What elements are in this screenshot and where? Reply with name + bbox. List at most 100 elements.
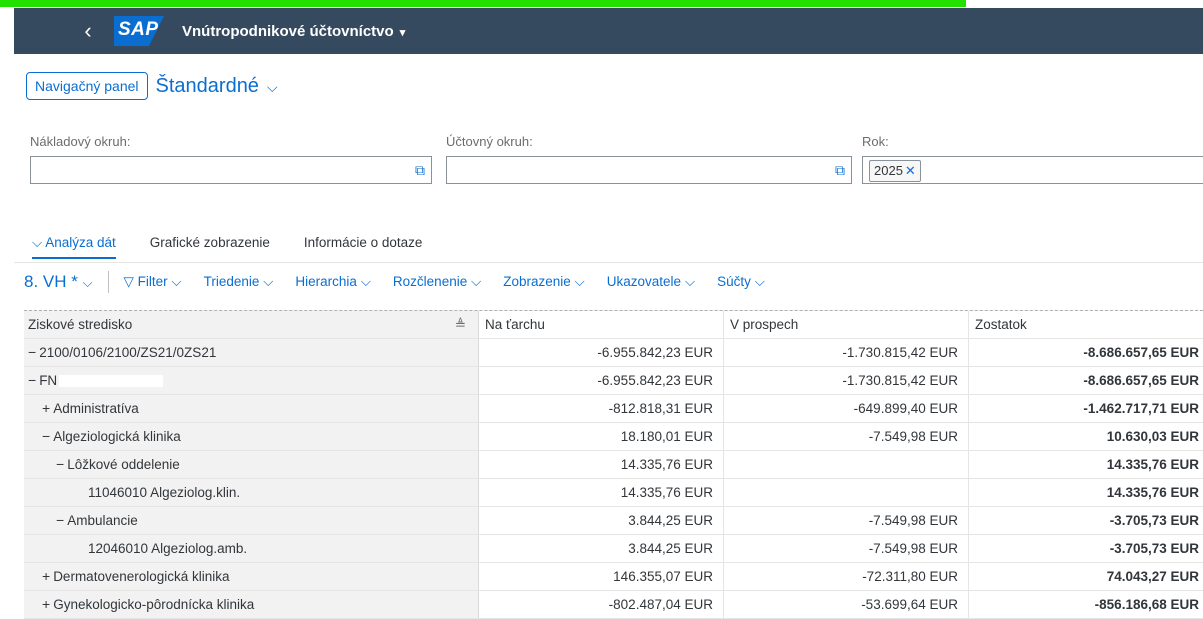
- profit-center-cell: − Algeziologická klinika: [24, 423, 479, 450]
- profit-center-cell: − Lôžkové oddelenie: [24, 451, 479, 478]
- totals-menu[interactable]: Súčty ⌵: [717, 274, 765, 290]
- balance-cell: -1.462.717,71 EUR: [1083, 401, 1199, 416]
- row-label: Administratíva: [53, 401, 139, 416]
- chevron-down-icon: ⌵: [32, 235, 43, 250]
- profit-center-cell: + Dermatovenerologická klinika: [24, 563, 479, 590]
- results-table: Ziskové stredisko ≜ Na ťarchu V prospech …: [24, 310, 1203, 619]
- key-figures-menu[interactable]: Ukazovatele ⌵: [607, 274, 695, 290]
- collapse-icon[interactable]: −: [56, 456, 64, 472]
- chevron-down-icon: ⌵: [82, 275, 93, 290]
- chevron-down-icon: ⌵: [171, 274, 182, 289]
- chevron-down-icon: ⌵: [754, 274, 765, 289]
- expand-icon[interactable]: +: [42, 568, 50, 584]
- table-row[interactable]: − Ambulancie 3.844,25 EUR -7.549,98 EUR -3.7…: [24, 507, 1203, 535]
- cost-area-label: Nákladový okruh:: [30, 134, 131, 149]
- table-row[interactable]: + Gynekologicko-pôrodnícka klinika -802.48…: [24, 591, 1203, 619]
- table-row[interactable]: + Administratíva -812.818,31 EUR -649.899,4…: [24, 395, 1203, 423]
- profit-center-cell: 12046010 Algeziolog.amb.: [24, 535, 479, 562]
- profit-center-cell: 11046010 Algeziolog.klin.: [24, 479, 479, 506]
- collapse-icon[interactable]: −: [28, 344, 36, 360]
- balance-cell: -8.686.657,65 EUR: [1083, 373, 1199, 388]
- app-title-menu[interactable]: Vnútropodnikové účtovníctvo ▾: [182, 23, 405, 40]
- breakdown-menu[interactable]: Rozčlenenie ⌵: [393, 274, 481, 290]
- column-header-balance[interactable]: Zostatok: [969, 311, 1203, 338]
- credit-cell: -7.549,98 EUR: [724, 535, 969, 562]
- chevron-down-icon: ⌵: [470, 274, 482, 289]
- tab-data-analysis[interactable]: ⌵ Analýza dát: [32, 235, 116, 259]
- funnel-icon: ▽: [123, 274, 134, 289]
- balance-cell: 10.630,03 EUR: [1106, 429, 1199, 444]
- collapse-icon[interactable]: −: [56, 512, 64, 528]
- balance-cell: 14.335,76 EUR: [1106, 485, 1199, 500]
- caret-down-icon: ▾: [399, 26, 406, 39]
- row-label: Algeziologická klinika: [53, 429, 181, 444]
- view-selector[interactable]: 8. VH * ⌵: [24, 272, 92, 292]
- tab-graphical-view[interactable]: Grafické zobrazenie: [150, 235, 270, 259]
- sorting-menu[interactable]: Triedenie ⌵: [204, 274, 274, 290]
- table-row[interactable]: − FN -6.955.842,23 EUR -1.730.815,42 EUR -8.…: [24, 367, 1203, 395]
- cost-area-input[interactable]: ⧉: [30, 156, 432, 184]
- collapse-icon[interactable]: −: [42, 428, 50, 444]
- sort-icon[interactable]: ≜: [455, 311, 466, 338]
- filter-menu[interactable]: ▽ Filter ⌵: [123, 274, 181, 290]
- chevron-down-icon: ⌵: [263, 274, 274, 289]
- collapse-icon[interactable]: −: [28, 372, 36, 388]
- chevron-down-icon: ⌵: [684, 274, 696, 289]
- value-help-icon[interactable]: ⧉: [415, 162, 425, 179]
- remove-token-icon[interactable]: ✕: [905, 163, 916, 178]
- table-row[interactable]: 12046010 Algeziolog.amb. 3.844,25 EUR -7.5…: [24, 535, 1203, 563]
- year-input[interactable]: 2025 ✕: [862, 156, 1203, 184]
- tab-bar: ⌵ Analýza dát Grafické zobrazenie Inform…: [32, 235, 456, 259]
- row-label: Lôžkové oddelenie: [67, 457, 180, 472]
- chevron-left-icon[interactable]: ‹: [58, 18, 118, 44]
- profit-center-cell: − Ambulancie: [24, 507, 479, 534]
- navigation-panel-button[interactable]: Navigačný panel: [26, 72, 148, 100]
- debit-cell: 146.355,07 EUR: [479, 563, 724, 590]
- credit-cell: -649.899,40 EUR: [724, 395, 969, 422]
- redaction-mark: [59, 375, 164, 388]
- variant-selector[interactable]: Štandardné ⌵: [156, 75, 278, 98]
- profit-center-cell: − FN: [24, 367, 479, 394]
- debit-cell: 14.335,76 EUR: [479, 479, 724, 506]
- row-label: 12046010 Algeziolog.amb.: [88, 541, 248, 556]
- table-row[interactable]: 11046010 Algeziolog.klin. 14.335,76 EUR 14…: [24, 479, 1203, 507]
- analysis-area: ⌵ Analýza dát Grafické zobrazenie Inform…: [14, 215, 1203, 619]
- logo-text: SAP: [118, 19, 159, 40]
- column-header-profit-center[interactable]: Ziskové stredisko ≜: [24, 311, 479, 338]
- row-label: FN: [39, 373, 58, 388]
- table-row[interactable]: − Algeziologická klinika 18.180,01 EUR -7.5…: [24, 423, 1203, 451]
- row-label: Ambulancie: [67, 513, 138, 528]
- balance-cell: 74.043,27 EUR: [1106, 569, 1199, 584]
- chevron-down-icon: ⌵: [360, 274, 371, 289]
- table-row[interactable]: −2100/0106/2100/ZS21/0ZS21 -6.955.842,23 …: [24, 339, 1203, 367]
- balance-cell: -3.705,73 EUR: [1109, 513, 1199, 528]
- column-header-debit[interactable]: Na ťarchu: [479, 311, 724, 338]
- app-title: Vnútropodnikové účtovníctvo: [182, 22, 394, 40]
- table-row[interactable]: − Lôžkové oddelenie 14.335,76 EUR 14.335,76…: [24, 451, 1203, 479]
- year-token[interactable]: 2025 ✕: [869, 160, 921, 182]
- tab-query-info[interactable]: Informácie o dotaze: [304, 235, 423, 259]
- row-label: Dermatovenerologická klinika: [53, 569, 230, 584]
- chevron-down-icon: ⌵: [574, 274, 585, 289]
- column-header-credit[interactable]: V prospech: [724, 311, 969, 338]
- balance-cell: -3.705,73 EUR: [1109, 541, 1199, 556]
- credit-cell: -7.549,98 EUR: [724, 507, 969, 534]
- sap-logo[interactable]: SAP: [114, 16, 164, 46]
- top-highlight-strip: [0, 0, 1203, 8]
- expand-icon[interactable]: +: [42, 400, 50, 416]
- row-label: 11046010 Algeziolog.klin.: [88, 485, 241, 500]
- expand-icon[interactable]: +: [42, 596, 50, 612]
- credit-cell: -7.549,98 EUR: [724, 423, 969, 450]
- company-code-input[interactable]: ⧉: [446, 156, 852, 184]
- tab-divider: [14, 262, 1203, 263]
- shell-bar: ‹ SAP Vnútropodnikové účtovníctvo ▾: [14, 8, 1203, 54]
- table-row[interactable]: + Dermatovenerologická klinika 146.355,07 …: [24, 563, 1203, 591]
- profit-center-cell: + Administratíva: [24, 395, 479, 422]
- hierarchy-menu[interactable]: Hierarchia ⌵: [295, 274, 371, 290]
- value-help-icon[interactable]: ⧉: [835, 162, 845, 179]
- debit-cell: -6.955.842,23 EUR: [479, 367, 724, 394]
- credit-cell: [724, 451, 969, 478]
- debit-cell: 18.180,01 EUR: [479, 423, 724, 450]
- toolbar-separator: [108, 271, 110, 293]
- display-menu[interactable]: Zobrazenie ⌵: [503, 274, 585, 290]
